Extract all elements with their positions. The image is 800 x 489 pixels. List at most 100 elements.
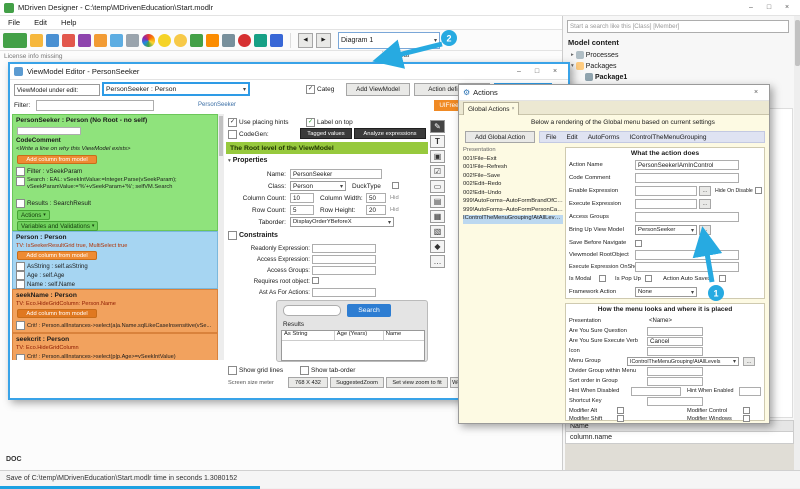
actions-expander-button[interactable]: Actions ▾: [17, 210, 50, 220]
ast-actions-field[interactable]: [312, 288, 376, 297]
tree-row-filter[interactable]: Filter : vSeekParam: [16, 167, 216, 176]
tree-row-name[interactable]: Name : self.Name: [16, 280, 75, 289]
hint-disabled-field[interactable]: [631, 387, 681, 396]
name-field[interactable]: PersonSeeker: [290, 169, 382, 179]
execute-expr-field[interactable]: [635, 199, 697, 209]
combobox-tool-icon[interactable]: ▭: [430, 180, 445, 193]
vm-person-block[interactable]: Person : Person TV: IsSeekerResultGrid t…: [12, 231, 218, 289]
ays-verb-field[interactable]: Cancel: [647, 337, 703, 346]
row-height-field[interactable]: 20: [366, 205, 386, 215]
add-column-button[interactable]: Add column from model: [17, 309, 97, 318]
checkbox[interactable]: [16, 354, 25, 360]
access-expr-field[interactable]: [312, 255, 376, 264]
enable-expr-ellipsis-button[interactable]: ...: [699, 186, 711, 196]
column-width-field[interactable]: 50: [366, 193, 386, 203]
close-icon[interactable]: ×: [747, 86, 765, 100]
tree-row-seekname-crit[interactable]: Crit! : Person.allInstances->select(a|a.…: [16, 321, 216, 330]
sort-order-field[interactable]: [647, 377, 703, 386]
divider-group-field[interactable]: [647, 367, 703, 376]
menu-edit[interactable]: Edit: [34, 18, 47, 27]
tree-row-seekcrit-crit[interactable]: Crit! : Person.allInstances->select(p|p.…: [16, 354, 216, 360]
is-popup-checkbox[interactable]: [645, 275, 652, 282]
row-count-field[interactable]: 5: [290, 205, 314, 215]
lightning-icon[interactable]: [30, 34, 43, 47]
modifier-control-checkbox[interactable]: [743, 407, 750, 414]
set-zoom-button[interactable]: Set view zoom to fit: [386, 377, 448, 388]
datagrid-tool-icon[interactable]: ▦: [430, 210, 445, 223]
use-placing-hints-checkbox[interactable]: [228, 118, 237, 127]
checkbox[interactable]: [16, 321, 25, 330]
vm-titlebar[interactable]: ViewModel Editor - PersonSeeker – □ ×: [10, 64, 568, 80]
shape-tool-icon[interactable]: ◆: [430, 240, 445, 253]
show-tab-order-toggle[interactable]: Show tab-order: [300, 366, 355, 375]
add-column-button[interactable]: Add column from model: [17, 155, 97, 164]
more-tools-icon[interactable]: …: [430, 255, 445, 268]
column-header[interactable]: As String: [282, 331, 335, 340]
tree-row-results[interactable]: Results : SearchResult: [16, 199, 216, 208]
list-item[interactable]: 002!Edit–Redo: [463, 181, 563, 190]
help-icon[interactable]: [270, 34, 283, 47]
under-edit-combobox[interactable]: PersonSeeker : Person ▾: [102, 82, 250, 96]
execute-onshow-field[interactable]: [635, 262, 739, 272]
tab-global-actions[interactable]: Global Actions ×: [463, 102, 519, 115]
add-column-button[interactable]: Add column from model: [17, 251, 97, 260]
tree-row-search[interactable]: Search : EAL: vSeekIntValue:=Integer.Par…: [16, 177, 216, 191]
add-global-action-button[interactable]: Add Global Action: [465, 131, 535, 143]
checkbox-tool-icon[interactable]: ☑: [430, 165, 445, 178]
properties-expander[interactable]: ▾ Properties: [228, 157, 267, 164]
show-grid-lines-checkbox[interactable]: [228, 366, 237, 375]
rendered-menu-file[interactable]: File: [546, 134, 556, 141]
checkbox[interactable]: [16, 271, 25, 280]
vm-tree-scrollbar[interactable]: [218, 114, 224, 360]
list-item[interactable]: 001!File–Exit: [463, 156, 563, 165]
rendered-menu-icontrol[interactable]: IControlTheMenuGrouping: [629, 134, 706, 141]
menu-file[interactable]: File: [8, 18, 20, 27]
checkbox[interactable]: [16, 167, 25, 176]
variables-expander-button[interactable]: Variables and Validations ▾: [17, 221, 98, 231]
listbox-tool-icon[interactable]: ▤: [430, 195, 445, 208]
label-on-top-checkbox[interactable]: [306, 118, 315, 127]
show-grid-lines-toggle[interactable]: Show grid lines: [228, 366, 283, 375]
codegen-toggle[interactable]: CodeGen:: [228, 130, 269, 139]
list-item[interactable]: 999!AutoForms–AutoFormPersonCarSeeker: [463, 207, 563, 216]
taborder-combobox[interactable]: DisplayOrderYBeforeX ▾: [290, 217, 394, 227]
pencil-icon[interactable]: [62, 34, 75, 47]
doc-panel-tab[interactable]: DOC: [6, 456, 22, 463]
check-icon[interactable]: [190, 34, 203, 47]
chevron-down-icon[interactable]: ▾: [434, 37, 437, 44]
framework-action-combobox[interactable]: None ▾: [635, 287, 697, 297]
shortcut-key-field[interactable]: [647, 397, 703, 406]
access-groups-field[interactable]: [635, 212, 739, 222]
auto-saves-checkbox[interactable]: [719, 275, 726, 282]
magnet-icon[interactable]: [46, 34, 59, 47]
prev-diagram-icon[interactable]: ◀: [298, 33, 313, 48]
hide-on-disable-checkbox[interactable]: [755, 187, 762, 194]
vm-filter-input[interactable]: [36, 100, 154, 111]
property-grid-row[interactable]: column.name: [565, 432, 794, 444]
smiley-icon[interactable]: [174, 34, 187, 47]
action-name-field[interactable]: PersonSeekerIAmInControl: [635, 160, 739, 170]
preview-filter-input[interactable]: [283, 305, 341, 316]
checkbox[interactable]: [16, 199, 25, 208]
close-icon[interactable]: ×: [546, 65, 564, 79]
vm-root-block[interactable]: PersonSeeker : Person (No Root - no self…: [12, 114, 218, 231]
close-icon[interactable]: ×: [778, 1, 796, 15]
requires-root-checkbox[interactable]: [312, 277, 319, 284]
code-comment-field[interactable]: [635, 173, 739, 183]
rendered-menu-autoforms[interactable]: AutoForms: [588, 134, 620, 141]
viewmodel-rootobject-field[interactable]: [635, 250, 739, 260]
list-item[interactable]: 001!File–Refresh: [463, 164, 563, 173]
minimize-icon[interactable]: –: [742, 1, 760, 15]
list-item-selected[interactable]: IControlTheMenuGrouping!AtAllLevels–Pers…: [463, 215, 563, 224]
column-header[interactable]: Age (Years): [335, 331, 384, 340]
model-search-input[interactable]: Start a search like this [Class] [Member…: [567, 20, 789, 33]
column-count-field[interactable]: 10: [290, 193, 314, 203]
hint-enabled-field[interactable]: [739, 387, 761, 396]
label-on-top-toggle[interactable]: Label on top: [306, 118, 353, 127]
execute-expr-ellipsis-button[interactable]: ...: [699, 199, 711, 209]
vm-seekcrit-block[interactable]: seekcrit : Person TV: Eco.HideGridColumn…: [12, 333, 218, 360]
is-modal-checkbox[interactable]: [599, 275, 606, 282]
constraints-expander[interactable]: Constraints: [228, 231, 278, 240]
tree-row-asstring[interactable]: AsString : self.asString: [16, 262, 88, 271]
code-comment-label[interactable]: CodeComment: [16, 137, 61, 144]
